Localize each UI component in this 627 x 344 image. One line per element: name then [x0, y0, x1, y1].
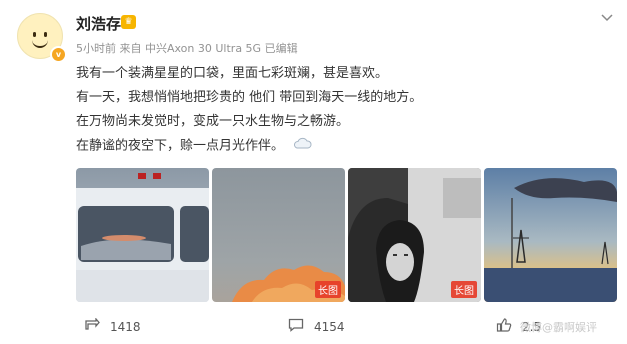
post-line: 在静谧的夜空下，赊一点月光作伴。 — [76, 134, 422, 159]
post-line-text: 在静谧的夜空下，赊一点月光作伴。 — [76, 138, 285, 154]
post-image-2[interactable]: 长图 — [212, 168, 345, 302]
post-image-4[interactable] — [484, 168, 617, 302]
post-image-1[interactable] — [76, 168, 209, 302]
comment-icon — [288, 318, 304, 335]
long-image-badge: 长图 — [451, 281, 477, 298]
post-line: 有一天，我想悄悄地把珍贵的 他们 带回到海天一线的地方。 — [76, 90, 423, 105]
post-image-3[interactable]: 长图 — [348, 168, 481, 302]
verified-badge-icon: v — [50, 46, 67, 63]
avatar-eye — [44, 32, 47, 37]
post-meta: 5小时前 来自 中兴Axon 30 Ultra 5G 已编辑 — [76, 42, 298, 55]
cloud-icon — [292, 134, 312, 158]
avatar-mouth — [32, 38, 48, 48]
avatar-eye — [33, 32, 36, 37]
comment-button[interactable]: 4154 — [288, 318, 345, 335]
chevron-down-icon[interactable] — [601, 11, 613, 25]
repost-icon — [84, 317, 100, 335]
post-line: 在万物尚未发觉时，变成一只水生物与之畅游。 — [76, 114, 350, 129]
like-icon — [496, 318, 512, 335]
watermark: 微博@霸啊娱评 — [520, 321, 597, 334]
repost-button[interactable]: 1418 — [84, 317, 141, 335]
username[interactable]: 刘浩存 — [76, 13, 121, 34]
post-line: 我有一个装满星星的口袋，里面七彩斑斓，甚是喜欢。 — [76, 66, 389, 81]
post-text: 我有一个装满星星的口袋，里面七彩斑斓，甚是喜欢。 有一天，我想悄悄地把珍贵的 他… — [76, 62, 422, 159]
comment-count: 4154 — [314, 319, 345, 334]
crown-icon[interactable]: ♛ — [121, 15, 136, 29]
repost-count: 1418 — [110, 319, 141, 334]
long-image-badge: 长图 — [315, 281, 341, 298]
